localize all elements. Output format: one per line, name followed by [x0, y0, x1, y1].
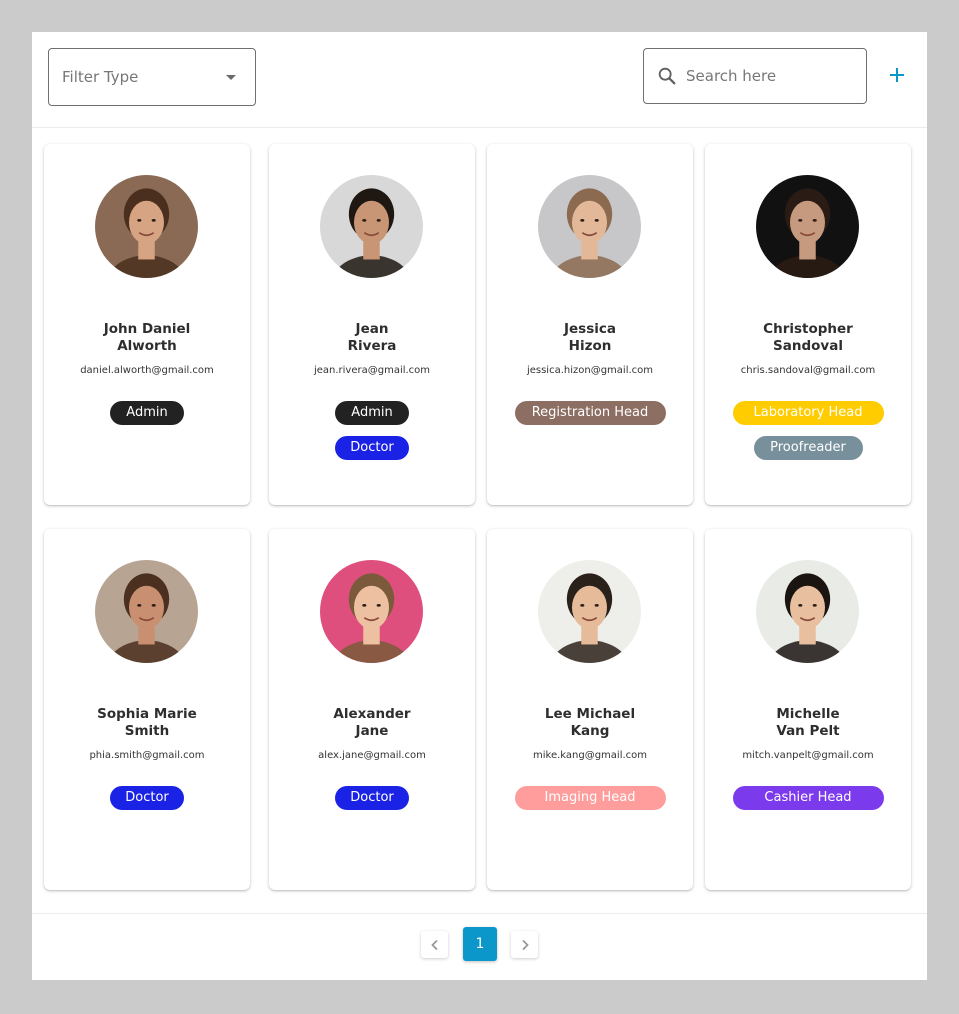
user-last-name: Jane: [355, 723, 389, 739]
user-card[interactable]: Jean Rivera jean.rivera@gmail.com Admin Doct…: [269, 144, 475, 505]
user-first-name: Lee Michael: [544, 706, 636, 722]
user-first-name: John Daniel: [103, 321, 191, 337]
user-first-name: Alexander: [333, 706, 411, 722]
user-email: phia.smith@gmail.com: [89, 750, 205, 761]
pagination: 1: [32, 913, 927, 980]
search-input[interactable]: [686, 67, 856, 85]
avatar-portrait: [95, 560, 198, 663]
avatar: [756, 560, 859, 663]
user-last-name: Sandoval: [773, 338, 843, 354]
filter-type-label: Filter Type: [62, 68, 139, 86]
page-number-current[interactable]: 1: [463, 927, 497, 961]
role-badges: Admin: [44, 401, 250, 425]
avatar-portrait: [538, 560, 641, 663]
avatar: [95, 560, 198, 663]
role-badges: Doctor: [44, 786, 250, 810]
role-badges: Registration Head: [487, 401, 693, 425]
user-email: mitch.vanpelt@gmail.com: [742, 750, 874, 761]
user-last-name: Alworth: [117, 338, 177, 354]
role-badges: Admin Doctor: [269, 401, 475, 460]
user-last-name: Smith: [124, 723, 170, 739]
user-name: Lee Michael Kang: [493, 706, 687, 740]
user-last-name: Van Pelt: [776, 723, 840, 739]
user-name: Christopher Sandoval: [711, 321, 905, 355]
user-email: jean.rivera@gmail.com: [313, 365, 431, 376]
user-card[interactable]: Sophia Marie Smith phia.smith@gmail.com Doc…: [44, 529, 250, 890]
user-first-name: Jessica: [564, 321, 616, 337]
user-name: Jessica Hizon: [493, 321, 687, 355]
role-badge: Doctor: [335, 786, 409, 810]
role-badge: Doctor: [335, 436, 409, 460]
role-badge: Registration Head: [514, 401, 666, 425]
avatar-portrait: [538, 175, 641, 278]
avatar: [95, 175, 198, 278]
user-last-name: Kang: [570, 723, 610, 739]
user-card[interactable]: Michelle Van Pelt mitch.vanpelt@gmail.com C…: [705, 529, 911, 890]
chevron-right-icon: [521, 939, 529, 950]
search-box: [643, 48, 867, 104]
user-card[interactable]: Alexander Jane alex.jane@gmail.com Doctor: [269, 529, 475, 890]
user-email: chris.sandoval@gmail.com: [740, 365, 876, 376]
avatar: [320, 560, 423, 663]
role-badge: Laboratory Head: [732, 401, 884, 425]
filter-type-select[interactable]: Filter Type: [48, 48, 256, 106]
user-name: Michelle Van Pelt: [711, 706, 905, 740]
user-email: daniel.alworth@gmail.com: [80, 365, 214, 376]
avatar-portrait: [320, 560, 423, 663]
caret-down-icon: [226, 75, 236, 80]
user-card[interactable]: Jessica Hizon jessica.hizon@gmail.com Regis…: [487, 144, 693, 505]
user-first-name: Christopher: [763, 321, 853, 337]
user-email: alex.jane@gmail.com: [318, 750, 426, 761]
toolbar: Filter Type: [32, 32, 927, 128]
user-email: jessica.hizon@gmail.com: [526, 365, 654, 376]
add-user-button[interactable]: [884, 62, 910, 88]
role-badge: Imaging Head: [514, 786, 666, 810]
role-badge: Admin: [110, 401, 184, 425]
role-badges: Imaging Head: [487, 786, 693, 810]
role-badge: Doctor: [110, 786, 184, 810]
user-first-name: Michelle: [776, 706, 840, 722]
user-first-name: Jean: [355, 321, 389, 337]
avatar: [538, 175, 641, 278]
avatar: [756, 175, 859, 278]
role-badge: Admin: [335, 401, 409, 425]
user-first-name: Sophia Marie: [97, 706, 197, 722]
user-last-name: Hizon: [568, 338, 612, 354]
role-badge: Cashier Head: [732, 786, 884, 810]
avatar-portrait: [756, 175, 859, 278]
user-name: Alexander Jane: [275, 706, 469, 740]
user-last-name: Rivera: [347, 338, 397, 354]
chevron-left-icon: [430, 939, 438, 950]
previous-page-button[interactable]: [421, 931, 448, 958]
user-card[interactable]: Christopher Sandoval chris.sandoval@gmail.…: [705, 144, 911, 505]
avatar: [320, 175, 423, 278]
user-management-panel: Filter Type John DanielAlworth daniel.alw…: [32, 32, 927, 980]
search-icon: [658, 67, 676, 85]
role-badges: Laboratory Head Proofreader: [705, 401, 911, 460]
role-badge: Proofreader: [753, 436, 863, 460]
role-badges: Doctor: [269, 786, 475, 810]
user-email: mike.kang@gmail.com: [532, 750, 648, 761]
avatar: [538, 560, 641, 663]
plus-icon: [890, 68, 904, 82]
avatar-portrait: [756, 560, 859, 663]
user-name: John Daniel Alworth: [50, 321, 244, 355]
user-name: Jean Rivera: [275, 321, 469, 355]
user-card[interactable]: Lee Michael Kang mike.kang@gmail.com Imagin…: [487, 529, 693, 890]
next-page-button[interactable]: [511, 931, 538, 958]
avatar-portrait: [95, 175, 198, 278]
user-card[interactable]: John Daniel Alworth daniel.alworth@gmail.c…: [44, 144, 250, 505]
avatar-portrait: [320, 175, 423, 278]
role-badges: Cashier Head: [705, 786, 911, 810]
user-name: Sophia Marie Smith: [50, 706, 244, 740]
